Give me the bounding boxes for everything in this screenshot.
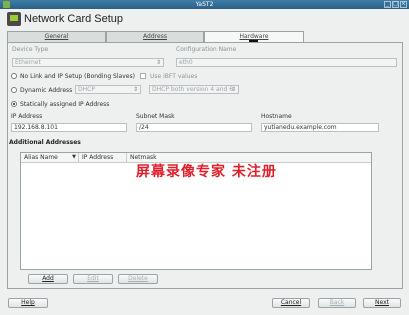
cancel-button[interactable]: Cancel [272,298,310,308]
window-titlebar: YaST2 _ □ × [0,0,409,9]
config-name-field[interactable]: eth0 [176,58,397,67]
sort-down-icon: ▼ [72,154,76,160]
config-name-value: eth0 [179,59,193,66]
subnet-mask-label: Subnet Mask [136,113,175,120]
column-ip-address[interactable]: IP Address [79,153,127,162]
use-ibft-label: Use iBFT values [150,73,198,80]
add-button[interactable]: Add [28,274,68,284]
column-ip-address-label: IP Address [82,154,114,161]
static-address-label: Statically assigned IP Address [20,101,110,108]
combo-arrow-icon: ⇕ [155,59,161,66]
ip-address-field[interactable]: 192.168.8.101 [11,123,127,132]
tab-bar: General Address Hardware [7,31,403,43]
dynamic-address-label: Dynamic Address [20,87,73,94]
config-name-label: Configuration Name [176,46,237,53]
ip-address-label: IP Address [11,113,43,120]
delete-button-label: Delete [128,275,148,282]
yast-window: YaST2 _ □ × Network Card Setup General A… [0,0,409,315]
column-alias-name-label: Alias Name [24,154,58,161]
help-button[interactable]: Help [8,298,48,308]
device-type-combo[interactable]: Ethernet ⇕ [12,58,164,67]
help-button-label: Help [21,299,35,306]
dhcp-version-value: DHCP both version 4 and 6 [152,86,234,93]
next-button-label: Next [375,299,389,306]
close-button[interactable]: × [400,1,407,8]
device-type-value: Ethernet [15,59,41,66]
additional-addresses-title: Additional Addresses [9,139,81,146]
tab-address-label: Address [143,33,167,40]
tab-hardware-label: Hardware [239,33,269,40]
no-link-radio[interactable] [11,73,17,79]
minimize-button[interactable]: _ [384,1,391,8]
edit-button[interactable]: Edit [73,274,113,284]
subnet-mask-field[interactable]: /24 [136,123,252,132]
static-address-radio[interactable] [11,101,17,107]
watermark-text: 屏幕录像专家 未注册 [136,164,277,180]
no-link-label: No Link and IP Setup (Bonding Slaves) [20,73,135,80]
tab-address[interactable]: Address [106,31,204,42]
device-type-label: Device Type [12,46,49,53]
combo-arrow-icon: ⇕ [230,86,236,93]
page-title: Network Card Setup [24,13,124,25]
edit-button-label: Edit [87,275,99,282]
ip-address-value: 192.168.8.101 [14,124,58,131]
cancel-button-label: Cancel [280,299,302,306]
window-title: YaST2 [195,1,214,8]
tab-general-label: General [44,33,69,40]
dhcp-version-combo[interactable]: DHCP both version 4 and 6 ⇕ [149,85,239,94]
maximize-button[interactable]: □ [392,1,399,8]
window-controls: _ □ × [384,1,407,8]
hostname-field[interactable]: yutianedu.example.com [261,123,379,132]
hostname-label: Hostname [261,113,292,120]
next-button[interactable]: Next [363,298,401,308]
dialog-header: Network Card Setup [0,9,409,31]
tab-general[interactable]: General [7,31,106,42]
dynamic-address-radio[interactable] [11,87,17,93]
hostname-value: yutianedu.example.com [264,124,337,131]
back-button-label: Back [329,299,345,306]
subnet-mask-value: /24 [139,124,149,131]
app-icon [3,1,10,8]
column-netmask-label: Netmask [130,154,157,161]
network-card-icon [7,12,21,26]
add-button-label: Add [42,275,54,282]
back-button[interactable]: Back [318,298,356,308]
dynamic-mode-value: DHCP [78,86,95,93]
combo-arrow-icon: ⇕ [132,86,138,93]
column-alias-name[interactable]: Alias Name ▼ [21,153,79,162]
delete-button[interactable]: Delete [118,274,158,284]
dynamic-mode-combo[interactable]: DHCP ⇕ [75,85,141,94]
use-ibft-checkbox[interactable] [140,73,146,79]
